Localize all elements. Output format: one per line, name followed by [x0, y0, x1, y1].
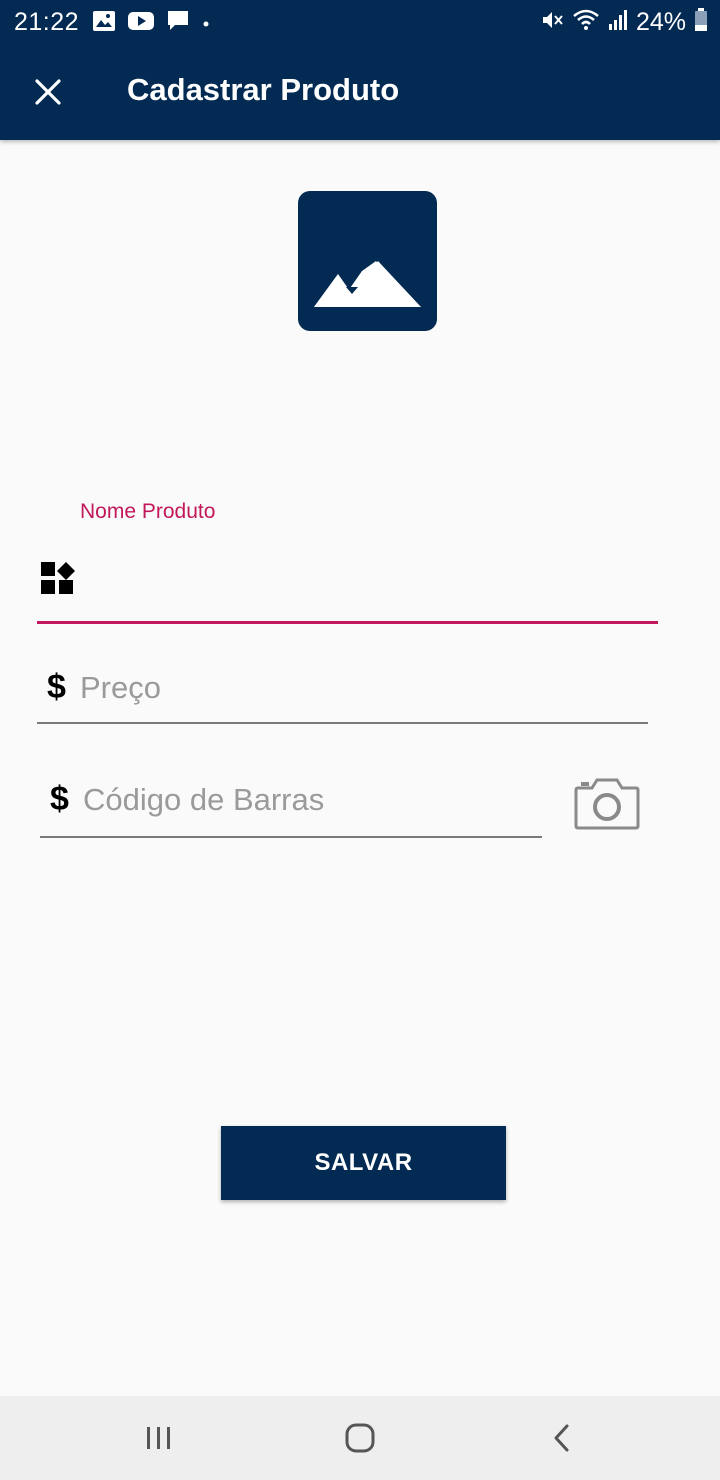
- scan-barcode-button[interactable]: [574, 776, 640, 830]
- recents-button[interactable]: [129, 1414, 189, 1462]
- battery-percent: 24%: [635, 8, 686, 36]
- close-icon: [35, 79, 61, 105]
- codigo-barras-input[interactable]: Código de Barras: [83, 782, 324, 818]
- camera-icon: [574, 778, 640, 830]
- close-button[interactable]: [22, 66, 74, 118]
- codigo-barras-underline: [40, 836, 542, 838]
- dot-icon: [202, 15, 210, 33]
- message-icon: [166, 10, 190, 37]
- widgets-icon: [41, 562, 75, 594]
- screen: 21:22 24% Cadastrar Produto Nome Produto…: [0, 0, 720, 1480]
- nome-produto-input[interactable]: [84, 552, 648, 606]
- preco-underline: [37, 722, 648, 724]
- dollar-icon: $: [50, 780, 69, 818]
- app-bar: Cadastrar Produto: [0, 44, 720, 140]
- dollar-icon: $: [47, 668, 66, 706]
- nome-produto-underline: [37, 621, 658, 624]
- home-button[interactable]: [330, 1414, 390, 1462]
- system-nav-bar: [0, 1396, 720, 1480]
- status-notification-icons: [92, 10, 222, 37]
- product-image-picker[interactable]: [298, 191, 437, 331]
- wifi-icon: [572, 8, 600, 37]
- image-icon: [92, 10, 116, 37]
- status-bar: 21:22 24%: [0, 0, 720, 44]
- youtube-icon: [128, 11, 154, 36]
- battery-icon: [694, 8, 708, 37]
- image-placeholder-icon: [314, 261, 421, 307]
- preco-input[interactable]: Preço: [80, 670, 161, 706]
- mute-icon: [540, 8, 564, 37]
- status-system-icons: 24%: [532, 8, 708, 37]
- page-title: Cadastrar Produto: [127, 72, 400, 107]
- signal-icon: [608, 9, 628, 36]
- home-icon: [345, 1423, 375, 1453]
- nome-produto-label: Nome Produto: [80, 500, 216, 523]
- recents-icon: [147, 1427, 170, 1449]
- status-time: 21:22: [14, 8, 80, 36]
- save-button[interactable]: SALVAR: [221, 1126, 506, 1200]
- back-button[interactable]: [532, 1414, 592, 1462]
- back-icon: [554, 1424, 569, 1452]
